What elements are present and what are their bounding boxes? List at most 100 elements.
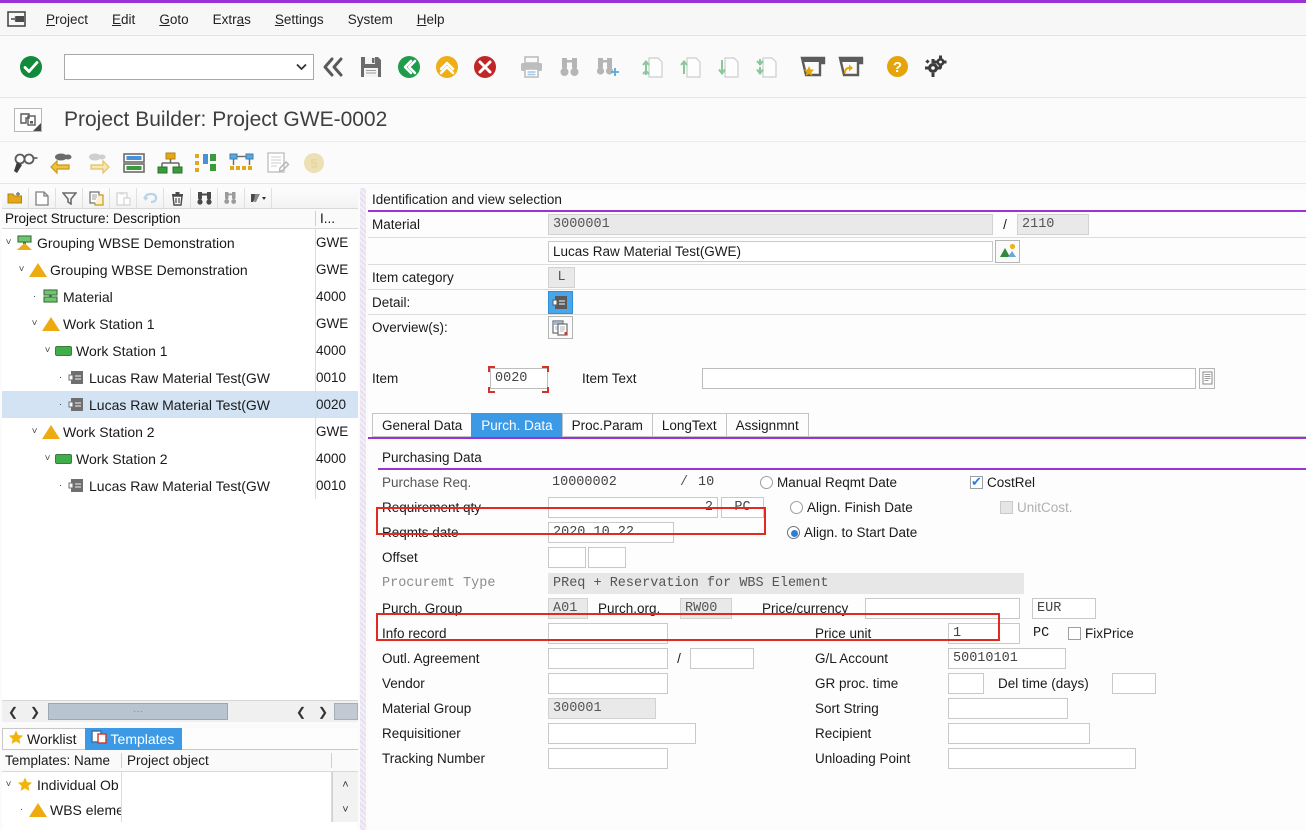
- settings-gear-icon[interactable]: [916, 47, 954, 87]
- cancel-red-icon[interactable]: [466, 47, 504, 87]
- tracking-number-field[interactable]: [548, 748, 668, 769]
- paste-icon[interactable]: [110, 188, 137, 208]
- command-field[interactable]: [64, 53, 314, 80]
- tab-purch-data[interactable]: Purch. Data: [471, 413, 563, 437]
- filter-icon[interactable]: [56, 188, 83, 208]
- checkbox[interactable]: [970, 474, 983, 490]
- tree-row[interactable]: · Lucas Raw Material Test(GW 0010: [2, 472, 358, 499]
- print-icon[interactable]: [512, 47, 550, 87]
- back-green-icon[interactable]: [390, 47, 428, 87]
- plant-field[interactable]: 2110: [1017, 214, 1089, 235]
- radio-align-start-date[interactable]: Align. to Start Date: [787, 521, 977, 545]
- previous-page-icon[interactable]: [672, 47, 710, 87]
- recipient-field[interactable]: [948, 723, 1090, 744]
- price-field[interactable]: [865, 598, 1020, 619]
- save-icon[interactable]: [352, 47, 390, 87]
- radio-button[interactable]: [760, 476, 773, 489]
- outl-agreement-field[interactable]: [548, 648, 668, 669]
- exit-up-icon[interactable]: [428, 47, 466, 87]
- menu-item-system[interactable]: System: [336, 9, 405, 30]
- transaction-icon[interactable]: [14, 107, 42, 132]
- find-next-icon[interactable]: [218, 188, 245, 208]
- project-definition-icon[interactable]: [116, 146, 152, 180]
- previous-object-icon[interactable]: [44, 146, 80, 180]
- find-icon[interactable]: [550, 47, 588, 87]
- tree-row[interactable]: · Lucas Raw Material Test(GW 0010: [2, 364, 358, 391]
- first-page-icon[interactable]: [634, 47, 672, 87]
- scroll-left-icon-2[interactable]: ❮: [290, 702, 312, 722]
- material-field[interactable]: 3000001: [548, 214, 993, 235]
- radio-align-finish-date[interactable]: Align. Finish Date: [790, 496, 980, 520]
- tab-templates[interactable]: Templates: [84, 728, 184, 750]
- menu-item-settings[interactable]: Settings: [263, 9, 336, 30]
- twisty-icon[interactable]: ˅: [15, 264, 28, 275]
- item-text-field[interactable]: [702, 367, 1196, 389]
- back-double-icon[interactable]: [314, 47, 352, 87]
- twisty-icon[interactable]: ˅: [41, 453, 54, 464]
- twisty-icon[interactable]: ˅: [41, 345, 54, 356]
- twisty-icon[interactable]: ˅: [2, 779, 15, 790]
- scroll-up-button[interactable]: ˄: [332, 772, 358, 797]
- plant-view-icon[interactable]: [995, 239, 1020, 263]
- tab-longtext[interactable]: LongText: [651, 413, 727, 437]
- twisty-icon[interactable]: ˅: [28, 426, 41, 437]
- item-category-field[interactable]: L: [548, 266, 575, 288]
- more-options-icon[interactable]: [245, 188, 272, 208]
- purchase-req-field[interactable]: 10000002: [548, 472, 674, 493]
- find-next-icon[interactable]: [588, 47, 626, 87]
- twisty-icon[interactable]: ˅: [2, 237, 15, 248]
- offset-field-1[interactable]: [548, 547, 586, 568]
- status-icon[interactable]: 5: [296, 146, 332, 180]
- unloading-point-field[interactable]: [948, 748, 1136, 769]
- purch-group-field[interactable]: A01: [548, 598, 588, 619]
- list-item[interactable]: ˅ Individual Ob ˄: [2, 772, 358, 797]
- checkbox-fixprice[interactable]: FixPrice: [1068, 622, 1134, 646]
- tree-row[interactable]: ˅ Work Station 2 GWE: [2, 418, 358, 445]
- copy-icon[interactable]: [83, 188, 110, 208]
- vendor-field[interactable]: [548, 673, 668, 694]
- tree-row[interactable]: ˅ Work Station 2 4000: [2, 445, 358, 472]
- scroll-right-icon-2[interactable]: ❯: [312, 702, 334, 722]
- menu-item-help[interactable]: Help: [405, 9, 457, 30]
- enter-check-icon[interactable]: [12, 47, 50, 87]
- scrollbar-thumb-2[interactable]: [334, 703, 358, 720]
- tree-horizontal-scrollbar[interactable]: ❮ ❯ ··· ❮ ❯: [2, 700, 358, 722]
- checkbox[interactable]: [1068, 627, 1081, 640]
- panel-splitter[interactable]: [360, 188, 366, 830]
- tree-row[interactable]: ˅ Grouping WBSE Demonstration GWE: [2, 229, 358, 256]
- purch-org-field[interactable]: RW00: [680, 598, 732, 619]
- twisty-icon[interactable]: ˅: [28, 318, 41, 329]
- price-unit-field[interactable]: 1: [948, 623, 1020, 644]
- gantt-chart-icon[interactable]: [188, 146, 224, 180]
- menu-item-edit[interactable]: Edit: [100, 9, 147, 30]
- radio-button[interactable]: [787, 526, 800, 539]
- tree-row[interactable]: ˅ Work Station 1 4000: [2, 337, 358, 364]
- create-icon[interactable]: [29, 188, 56, 208]
- menu-item-extras[interactable]: Extras: [201, 9, 263, 30]
- scroll-left-icon[interactable]: ❮: [2, 702, 24, 722]
- delete-icon[interactable]: [164, 188, 191, 208]
- requirement-qty-unit-field[interactable]: PC: [721, 497, 764, 518]
- radio-manual-reqmt-date[interactable]: Manual Reqmt Date: [760, 471, 950, 495]
- open-project-icon[interactable]: [2, 188, 29, 208]
- scroll-right-icon[interactable]: ❯: [24, 702, 46, 722]
- menu-item-project[interactable]: Project: [34, 9, 100, 30]
- scroll-down-button[interactable]: ˅: [332, 797, 358, 822]
- offset-field-2[interactable]: [588, 547, 626, 568]
- purchase-req-item-field[interactable]: 10: [694, 472, 760, 493]
- overview-icon[interactable]: [548, 316, 573, 339]
- hierarchy-graphic-icon[interactable]: [152, 146, 188, 180]
- undo-icon[interactable]: [137, 188, 164, 208]
- scrollbar-thumb[interactable]: ···: [48, 703, 228, 720]
- tree-row[interactable]: ˅ Work Station 1 GWE: [2, 310, 358, 337]
- customize-local-layout-icon[interactable]: [832, 47, 870, 87]
- long-text-icon[interactable]: [1199, 367, 1215, 389]
- next-object-icon[interactable]: [80, 146, 116, 180]
- last-page-icon[interactable]: [748, 47, 786, 87]
- network-graphic-icon[interactable]: [224, 146, 260, 180]
- find-icon[interactable]: [191, 188, 218, 208]
- display-change-icon[interactable]: [8, 146, 44, 180]
- list-item[interactable]: · WBS eleme ˅: [2, 797, 358, 822]
- checkbox-costrel[interactable]: CostRel: [950, 471, 1070, 495]
- requisitioner-field[interactable]: [548, 723, 696, 744]
